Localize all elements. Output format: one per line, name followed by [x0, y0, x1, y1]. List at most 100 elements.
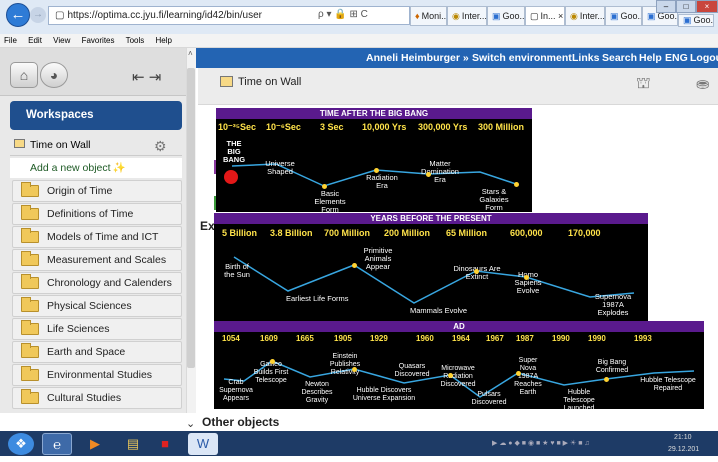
media-player-icon[interactable]: ▶ — [80, 433, 110, 455]
minimize-icon[interactable]: – — [656, 0, 676, 13]
folder-item[interactable]: Life Sciences — [12, 318, 182, 340]
folder-item[interactable]: Earth and Space — [12, 341, 182, 363]
tick-label: 1960 — [416, 334, 434, 343]
event-label: Primitive Animals Appear — [363, 246, 393, 271]
event-label: Hubble Telescope Launched — [563, 389, 595, 409]
page-title: Time on Wall — [238, 76, 302, 88]
tab-favicon-icon: ▣ — [492, 11, 501, 21]
event-label: Big Bang Confirmed — [595, 359, 629, 374]
tick-label: 3.8 Billion — [270, 228, 313, 238]
tab-favicon-icon: ▢ — [530, 11, 539, 21]
help-link[interactable]: Help — [639, 48, 662, 68]
folder-item[interactable]: Definitions of Time — [12, 203, 182, 225]
menu-file[interactable]: File — [4, 36, 17, 45]
sidebar-item-time-on-wall[interactable]: Time on Wall ⚙ — [10, 134, 182, 156]
browser-tab[interactable]: ◉ Inter... — [447, 6, 487, 26]
folder-icon — [21, 343, 39, 358]
event-dot — [352, 263, 357, 268]
event-label: Birth of the Sun — [224, 262, 250, 279]
folder-item[interactable]: Physical Sciences — [12, 295, 182, 317]
folder-item[interactable]: Measurement and Scales — [12, 249, 182, 271]
links-link[interactable]: Links — [572, 48, 599, 68]
event-label: Einstein Publishes Relativity — [329, 353, 361, 376]
back-arrow-icon[interactable]: ← — [6, 3, 30, 27]
timeline-band-years-before: YEARS BEFORE THE PRESENT 5 Billion 3.8 B… — [214, 213, 648, 321]
folder-item[interactable]: Chronology and Calenders — [12, 272, 182, 294]
folder-item[interactable]: Models of Time and ICT — [12, 226, 182, 248]
tab-favicon-icon: ▣ — [610, 11, 619, 21]
event-dot — [474, 269, 479, 274]
word-icon[interactable]: W — [188, 433, 218, 455]
maximize-icon[interactable]: □ — [676, 0, 696, 13]
tick-label: 10⁻³⁵Sec — [218, 122, 256, 132]
language-link[interactable]: ENG — [665, 48, 688, 68]
event-dot — [514, 182, 519, 187]
tab-favicon-icon: ♦ — [415, 11, 420, 21]
folder-icon — [21, 205, 39, 220]
tick-label: 170,000 — [568, 228, 601, 238]
database-icon[interactable]: ⛂ — [696, 74, 709, 94]
browser-tab[interactable]: ▣Goo... — [678, 14, 714, 27]
browser-tab-active[interactable]: ▢ In... × — [525, 6, 565, 26]
gear-icon[interactable]: ⚙ — [154, 135, 167, 157]
home-icon[interactable]: ⌂ — [10, 62, 38, 88]
event-label: Microwave Radiation Discovered — [440, 365, 476, 388]
chevron-down-icon[interactable]: ⌄ — [186, 417, 195, 430]
scroll-up-icon[interactable]: ˄ — [188, 49, 193, 58]
browser-tab[interactable]: ▣Goo... — [605, 6, 642, 26]
box-icon — [14, 139, 25, 148]
sidebar-scroll-thumb[interactable] — [187, 68, 195, 368]
browser-tab[interactable]: ▣Goo... — [487, 6, 525, 26]
other-objects-heading[interactable]: Other objects — [202, 415, 279, 429]
left-panel-toolbar: ⌂ ◕ ⇤ ⇥ — [0, 48, 186, 96]
logout-link[interactable]: Logou — [690, 48, 718, 68]
cursor-sparkle-icon: ✨ — [112, 162, 126, 174]
tick-label: 300,000 Yrs — [418, 122, 468, 132]
event-label: Hubble Discovers Universe Expansion — [352, 387, 416, 402]
event-dot — [516, 371, 521, 376]
folder-icon — [21, 251, 39, 266]
satellite-dish-icon[interactable]: ◕ — [40, 62, 68, 88]
folder-item[interactable]: Cultural Studies — [12, 387, 182, 409]
big-bang-dot — [224, 170, 238, 184]
tab-favicon-icon: ◉ — [452, 11, 460, 21]
tick-label: 1993 — [634, 334, 652, 343]
forward-arrow-icon[interactable]: → — [30, 7, 46, 23]
address-url: https://optima.cc.jyu.fi/learning/id42/b… — [67, 10, 262, 21]
start-button-icon[interactable]: ❖ — [8, 433, 34, 455]
event-label: Quasars Discovered — [394, 363, 430, 378]
folder-icon — [21, 182, 39, 197]
tray-icons[interactable]: ▶ ☁ ● ◆ ■ ◉ ■ ★ ♥ ■ ▶ ☀ ■ ♫ — [492, 431, 590, 456]
tick-label: 300 Million — [478, 122, 525, 132]
user-menu[interactable]: Anneli Heimburger » — [366, 48, 469, 68]
folder-item[interactable]: Environmental Studies — [12, 364, 182, 386]
clock-tower-icon[interactable]: ⛫ — [636, 74, 651, 94]
search-link[interactable]: Search — [602, 48, 637, 68]
menu-tools[interactable]: Tools — [126, 36, 145, 45]
browser-tab[interactable]: ♦ Moni... — [410, 6, 447, 26]
folder-item[interactable]: Origin of Time — [12, 180, 182, 202]
tick-label: 600,000 — [510, 228, 543, 238]
event-label: Hubble Telescope Repaired — [640, 377, 696, 392]
internet-explorer-icon[interactable]: ℮ — [42, 433, 72, 455]
menu-help[interactable]: Help — [156, 36, 172, 45]
folder-icon — [21, 320, 39, 335]
folder-icon — [21, 274, 39, 289]
event-label: Mammals Evolve — [410, 306, 468, 315]
address-controls[interactable]: ρ ▾ 🔒 ⊞ C — [318, 6, 408, 25]
menu-view[interactable]: View — [53, 36, 70, 45]
close-icon[interactable]: × — [696, 0, 718, 13]
menu-edit[interactable]: Edit — [28, 36, 42, 45]
folder-icon — [21, 366, 39, 381]
event-label: Galileo Builds First Telescope — [253, 361, 289, 384]
event-label: Pulsars Discovered — [471, 391, 507, 406]
pdf-reader-icon[interactable]: ■ — [150, 433, 180, 455]
file-explorer-icon[interactable]: ▤ — [118, 433, 148, 455]
menu-favorites[interactable]: Favorites — [82, 36, 115, 45]
add-new-object-link[interactable]: Add a new object ✨ — [10, 158, 182, 178]
browser-tab[interactable]: ◉ Inter... — [565, 6, 605, 26]
folder-icon — [21, 297, 39, 312]
collapse-arrows-icon[interactable]: ⇤ ⇥ — [132, 68, 161, 86]
switch-environment-link[interactable]: Switch environment — [472, 48, 572, 68]
tick-label: 3 Sec — [320, 122, 344, 132]
